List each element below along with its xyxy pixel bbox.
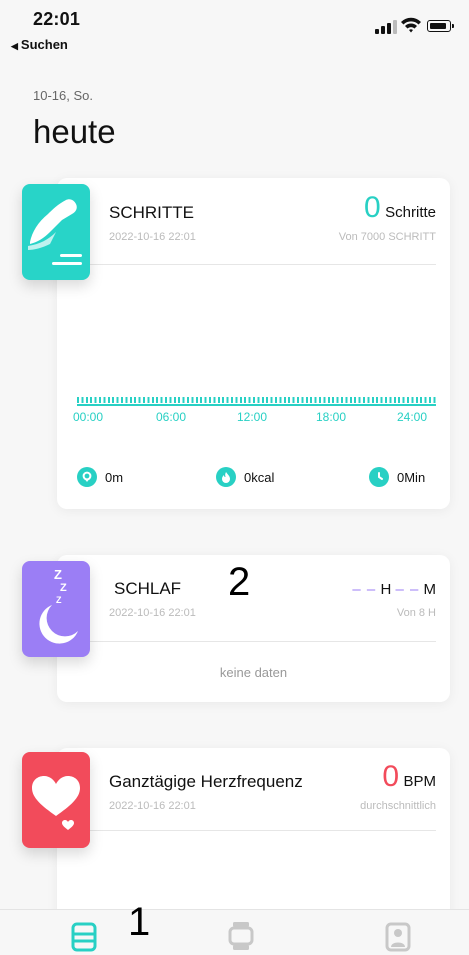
watch-icon bbox=[228, 922, 254, 950]
heart-icon bbox=[32, 776, 80, 830]
distance-stat: 0m bbox=[77, 467, 123, 487]
sleep-card[interactable]: SCHLAF 2022-10-16 22:01 – – H – – M Von … bbox=[57, 555, 450, 702]
sneaker-icon bbox=[28, 199, 82, 265]
heart-rate-title: Ganztägige Herzfrequenz bbox=[109, 772, 303, 791]
calories-value: 0kcal bbox=[244, 469, 275, 485]
heart-rate-sub: durchschnittlich bbox=[360, 800, 436, 812]
heart-rate-value: 0 bbox=[382, 760, 400, 793]
steps-hourly-bars bbox=[77, 397, 436, 403]
sleep-title: SCHLAF bbox=[114, 579, 182, 598]
x-tick-label: 24:00 bbox=[397, 410, 428, 424]
cellular-signal-icon bbox=[375, 20, 397, 34]
sleep-minutes-unit: M bbox=[423, 581, 437, 598]
active-time-stat: 0Min bbox=[369, 467, 425, 487]
back-triangle-icon: ◀ bbox=[11, 41, 18, 51]
x-tick-label: 12:00 bbox=[237, 410, 268, 424]
sleep-badge: Z Z Z bbox=[22, 561, 90, 657]
svg-text:Z: Z bbox=[60, 582, 67, 594]
profile-icon bbox=[385, 922, 411, 952]
heart-rate-value-group: 0 BPM bbox=[382, 762, 436, 792]
annotation-1: 1 bbox=[128, 900, 151, 944]
tab-today[interactable] bbox=[71, 920, 97, 952]
x-tick-label: 18:00 bbox=[316, 410, 347, 424]
sleep-no-data: keine daten bbox=[219, 665, 288, 680]
steps-timestamp: 2022-10-16 22:01 bbox=[109, 231, 196, 243]
sleep-duration: – – H – – M bbox=[352, 581, 436, 598]
x-tick-label: 06:00 bbox=[156, 410, 187, 424]
page-title: heute bbox=[33, 113, 116, 150]
svg-text:Z: Z bbox=[54, 567, 62, 582]
status-icons bbox=[365, 16, 454, 36]
annotation-2: 2 bbox=[228, 560, 251, 604]
steps-card[interactable]: SCHRITTE 2022-10-16 22:01 0 Schritte Von… bbox=[57, 178, 450, 509]
steps-goal: Von 7000 SCHRITT bbox=[338, 231, 436, 243]
steps-badge bbox=[22, 184, 90, 280]
back-to-search-link[interactable]: ◀ Suchen bbox=[11, 37, 68, 52]
distance-value: 0m bbox=[105, 469, 124, 485]
steps-title: SCHRITTE bbox=[109, 203, 194, 222]
sleep-timestamp: 2022-10-16 22:01 bbox=[109, 607, 196, 619]
heart-rate-badge bbox=[22, 752, 90, 848]
tab-bar: 1 bbox=[0, 900, 469, 955]
calories-stat: 0kcal bbox=[216, 467, 274, 487]
steps-value: 0 bbox=[364, 191, 381, 224]
heart-rate-unit: BPM bbox=[403, 773, 436, 790]
heart-rate-timestamp: 2022-10-16 22:01 bbox=[109, 800, 196, 812]
heart-rate-divider bbox=[77, 830, 436, 831]
sleep-hours: – – bbox=[352, 581, 377, 598]
x-tick-label: 00:00 bbox=[73, 410, 104, 424]
app-screen: 22:01 ◀ Suchen 10-16, So. heute SCHRITTE … bbox=[0, 0, 469, 955]
sleep-hours-unit: H bbox=[380, 581, 392, 598]
back-label: Suchen bbox=[20, 37, 68, 52]
tab-profile[interactable] bbox=[385, 920, 411, 952]
status-time: 22:01 bbox=[33, 9, 81, 29]
steps-value-group: 0 Schritte bbox=[364, 193, 436, 223]
steps-chart-baseline bbox=[77, 404, 436, 406]
sleep-goal: Von 8 H bbox=[396, 607, 436, 619]
wifi-icon bbox=[401, 17, 421, 33]
status-bar: 22:01 ◀ Suchen bbox=[0, 0, 469, 58]
battery-icon bbox=[427, 20, 454, 32]
date-label: 10-16, So. bbox=[33, 88, 93, 103]
svg-text:Z: Z bbox=[56, 595, 62, 605]
steps-divider bbox=[77, 264, 436, 265]
steps-unit: Schritte bbox=[385, 204, 436, 221]
sleep-minutes: – – bbox=[395, 581, 420, 598]
sleep-divider bbox=[77, 641, 436, 642]
tab-device[interactable] bbox=[228, 920, 254, 952]
today-icon bbox=[71, 922, 97, 952]
location-pin-icon bbox=[77, 467, 97, 487]
moon-zzz-icon: Z Z Z bbox=[39, 567, 78, 644]
flame-icon bbox=[216, 467, 236, 487]
clock-icon bbox=[369, 467, 389, 487]
steps-x-axis: 00:00 06:00 12:00 18:00 24:00 bbox=[57, 410, 450, 426]
active-time-value: 0Min bbox=[397, 469, 426, 485]
